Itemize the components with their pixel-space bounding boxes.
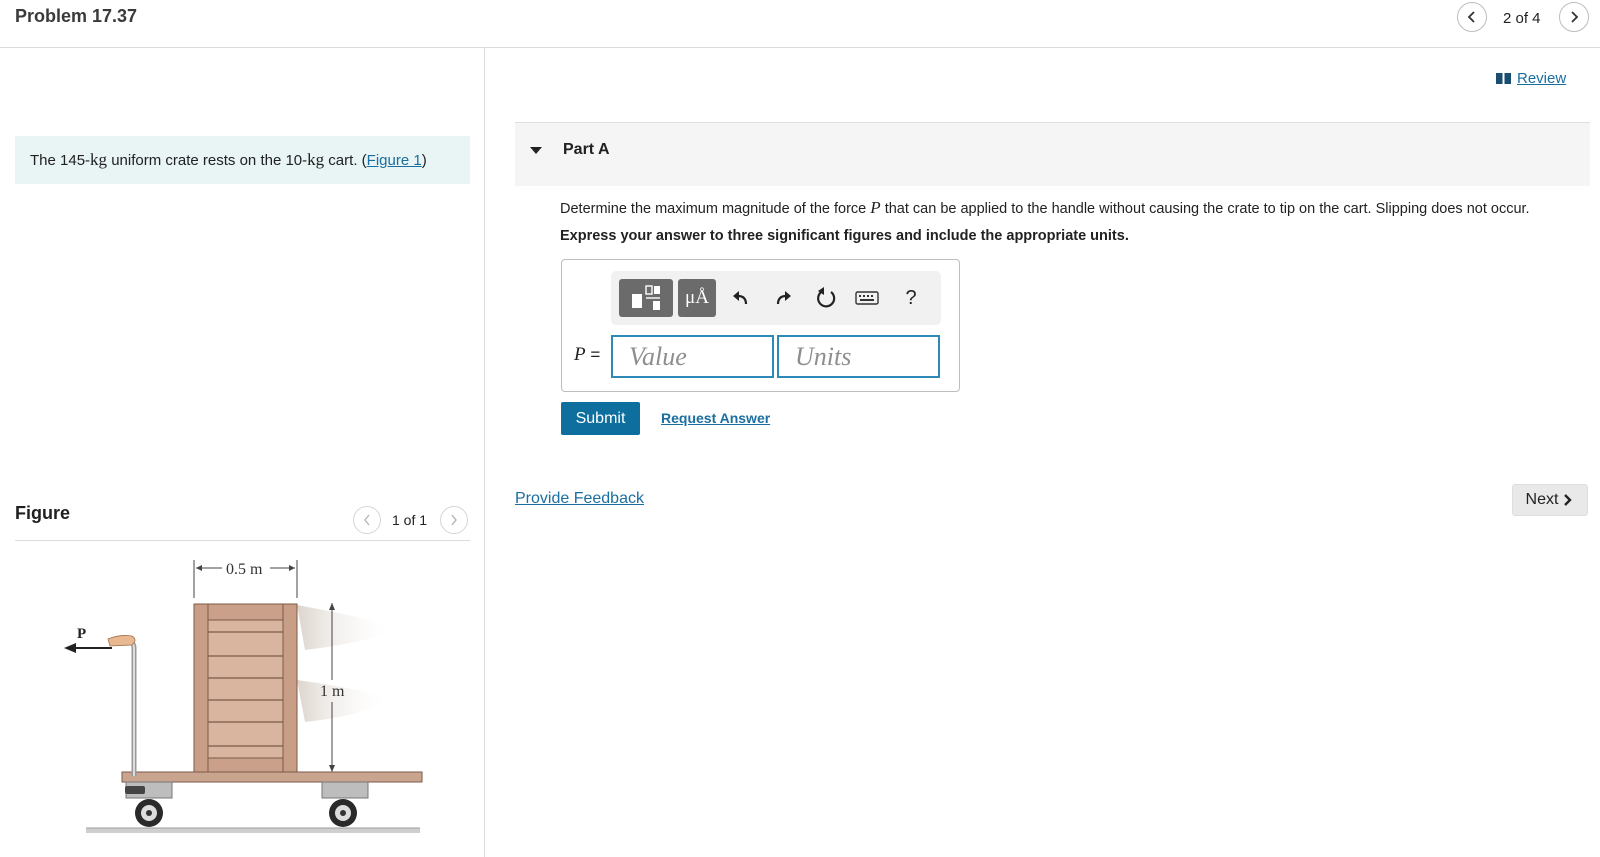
equals-sign: = bbox=[585, 345, 601, 364]
problem-title: Problem 17.37 bbox=[15, 6, 138, 26]
review-label: Review bbox=[1517, 70, 1567, 87]
help-button[interactable]: ? bbox=[895, 279, 927, 317]
reset-icon bbox=[817, 287, 836, 308]
help-icon: ? bbox=[905, 286, 917, 309]
collapse-caret-icon[interactable] bbox=[530, 147, 542, 154]
chevron-right-icon bbox=[1571, 11, 1579, 23]
templates-icon bbox=[632, 285, 660, 310]
units-symbol-label: μÅ bbox=[685, 287, 709, 308]
units-input[interactable] bbox=[777, 335, 940, 378]
figure-link[interactable]: Figure 1 bbox=[367, 152, 422, 169]
provide-feedback-link[interactable]: Provide Feedback bbox=[515, 490, 644, 508]
height-dimension-label: 1 m bbox=[320, 683, 345, 700]
crate bbox=[193, 603, 298, 773]
cart-wheel bbox=[135, 799, 163, 827]
intro-unit: kg bbox=[90, 150, 108, 169]
chevron-left-icon bbox=[1467, 11, 1475, 23]
redo-button[interactable] bbox=[767, 279, 799, 317]
keyboard-button[interactable] bbox=[851, 279, 883, 317]
chevron-left-icon bbox=[364, 514, 370, 526]
figure-pager: 1 of 1 bbox=[392, 512, 428, 528]
next-button[interactable]: Next bbox=[1512, 484, 1588, 516]
chevron-right-icon bbox=[451, 514, 457, 526]
intro-text: cart. ( bbox=[324, 152, 367, 169]
figure-divider bbox=[15, 540, 470, 541]
ground bbox=[86, 828, 420, 833]
crate-cart-figure: 0.5 m 1 m P bbox=[64, 560, 423, 833]
chevron-right-icon bbox=[1564, 494, 1573, 506]
cart-handle bbox=[114, 639, 137, 776]
answer-instruction: Express your answer to three significant… bbox=[560, 228, 1129, 244]
book-icon bbox=[1496, 73, 1511, 84]
intro-unit: kg bbox=[307, 150, 325, 169]
value-input[interactable] bbox=[611, 335, 774, 378]
width-dimension-label: 0.5 m bbox=[226, 561, 263, 578]
problem-intro: The 145-kg uniform crate rests on the 10… bbox=[15, 136, 470, 184]
cart-wheel bbox=[329, 799, 357, 827]
request-answer-link[interactable]: Request Answer bbox=[661, 410, 770, 426]
cart-deck bbox=[121, 771, 423, 783]
intro-text: uniform crate rests on the 10- bbox=[107, 152, 308, 169]
units-symbol-button[interactable]: μÅ bbox=[678, 279, 716, 317]
review-link[interactable]: Review bbox=[1496, 70, 1566, 87]
intro-text: ) bbox=[421, 152, 427, 169]
submit-button[interactable]: Submit bbox=[561, 402, 640, 435]
part-title: Part A bbox=[563, 141, 610, 158]
intro-text: The 145- bbox=[30, 152, 91, 169]
redo-icon bbox=[776, 291, 791, 305]
previous-problem-button[interactable] bbox=[1457, 2, 1487, 32]
undo-button[interactable] bbox=[725, 279, 757, 317]
figure-heading: Figure bbox=[15, 503, 71, 523]
answer-variable-label: P = bbox=[574, 344, 600, 366]
next-figure-button[interactable] bbox=[440, 506, 468, 534]
problem-pager: 2 of 4 bbox=[1503, 10, 1541, 27]
undo-icon bbox=[733, 291, 748, 305]
answer-variable: P bbox=[574, 344, 586, 365]
question-text-start: Determine the maximum magnitude of the f… bbox=[560, 201, 871, 217]
question-variable: P bbox=[870, 198, 881, 217]
part-a-header[interactable]: Part A bbox=[515, 122, 1590, 186]
motion-shadow bbox=[297, 605, 395, 650]
top-bar: Problem 17.37 2 of 4 bbox=[0, 0, 1600, 48]
keyboard-icon bbox=[855, 291, 879, 305]
reset-button[interactable] bbox=[810, 279, 842, 317]
templates-button[interactable] bbox=[619, 279, 673, 317]
question-text-end: that can be applied to the handle withou… bbox=[880, 201, 1530, 217]
previous-figure-button[interactable] bbox=[353, 506, 381, 534]
answer-box: μÅ ? P = bbox=[561, 259, 960, 392]
question-text: Determine the maximum magnitude of the f… bbox=[560, 198, 1530, 218]
next-label: Next bbox=[1525, 491, 1559, 508]
math-toolbar: μÅ ? bbox=[611, 271, 941, 325]
next-problem-button[interactable] bbox=[1559, 2, 1589, 32]
hand bbox=[107, 635, 136, 647]
force-label: P bbox=[77, 626, 86, 642]
